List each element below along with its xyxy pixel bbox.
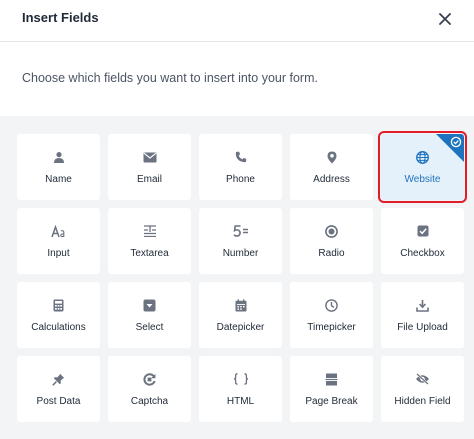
fields-grid: Name Email Phone Address Website Input Textare… <box>17 131 467 422</box>
envelope-icon <box>142 149 158 165</box>
person-icon <box>51 149 67 165</box>
captcha-icon <box>142 371 158 387</box>
dialog-description: Choose which fields you want to insert i… <box>22 71 318 85</box>
dialog-title: Insert Fields <box>22 10 99 25</box>
field-tile-html[interactable]: HTML <box>199 356 282 422</box>
radio-icon <box>324 223 340 239</box>
field-tile-address[interactable]: Address <box>290 134 373 200</box>
number-icon <box>232 223 249 239</box>
field-tile-post-data[interactable]: Post Data <box>17 356 100 422</box>
phone-icon <box>233 149 249 165</box>
calendar-icon <box>233 297 249 313</box>
field-tile-label: Textarea <box>130 248 169 259</box>
eye-slash-icon <box>415 371 431 387</box>
clock-icon <box>324 297 340 313</box>
field-tile-label: Address <box>313 174 350 185</box>
field-tile-label: Post Data <box>36 396 81 407</box>
upload-icon <box>415 297 431 313</box>
close-button[interactable] <box>432 6 458 32</box>
field-tile-select[interactable]: Select <box>108 282 191 348</box>
field-tile-label: Website <box>404 174 441 185</box>
field-tile-label: Page Break <box>305 396 358 407</box>
pin-icon <box>51 371 67 387</box>
field-tile-checkbox[interactable]: Checkbox <box>381 208 464 274</box>
field-tile-label: Number <box>222 248 259 259</box>
field-tile-email[interactable]: Email <box>108 134 191 200</box>
text-input-icon <box>51 223 67 239</box>
field-tile-label: Datepicker <box>216 322 265 333</box>
field-tile-file-upload[interactable]: File Upload <box>381 282 464 348</box>
field-tile-label: Hidden Field <box>394 396 451 407</box>
field-tile-website[interactable]: Website <box>378 131 467 203</box>
close-icon <box>439 13 451 25</box>
field-tile-label: Checkbox <box>400 248 445 259</box>
field-tile-name[interactable]: Name <box>17 134 100 200</box>
field-tile-label: Timepicker <box>307 322 356 333</box>
field-tile-datepicker[interactable]: Datepicker <box>199 282 282 348</box>
field-tile-label: Name <box>45 174 72 185</box>
field-tile-textarea[interactable]: Textarea <box>108 208 191 274</box>
globe-icon <box>415 149 431 165</box>
field-tile-label: Calculations <box>31 322 86 333</box>
field-tile-hidden-field[interactable]: Hidden Field <box>381 356 464 422</box>
field-tile-label: Radio <box>318 248 345 259</box>
field-tile-input[interactable]: Input <box>17 208 100 274</box>
field-tile-calculations[interactable]: Calculations <box>17 282 100 348</box>
field-tile-label: File Upload <box>397 322 448 333</box>
field-tile-radio[interactable]: Radio <box>290 208 373 274</box>
fields-panel: Name Email Phone Address Website Input Textare… <box>0 116 474 439</box>
field-tile-label: Email <box>136 174 162 185</box>
code-braces-icon <box>233 371 249 387</box>
dialog-header: Insert Fields <box>0 0 474 42</box>
select-icon <box>142 297 158 313</box>
field-tile-label: Input <box>47 248 70 259</box>
field-tile-page-break[interactable]: Page Break <box>290 356 373 422</box>
selected-check-icon <box>436 134 464 162</box>
field-tile-phone[interactable]: Phone <box>199 134 282 200</box>
textarea-icon <box>142 223 158 239</box>
checkbox-icon <box>415 223 431 239</box>
field-tile-label: HTML <box>226 396 255 407</box>
field-tile-label: Select <box>135 322 164 333</box>
field-tile-label: Captcha <box>130 396 169 407</box>
calculator-icon <box>51 297 67 313</box>
field-tile-number[interactable]: Number <box>199 208 282 274</box>
page-break-icon <box>324 371 340 387</box>
map-pin-icon <box>324 149 340 165</box>
field-tile-captcha[interactable]: Captcha <box>108 356 191 422</box>
field-tile-timepicker[interactable]: Timepicker <box>290 282 373 348</box>
field-tile-label: Phone <box>226 174 255 185</box>
